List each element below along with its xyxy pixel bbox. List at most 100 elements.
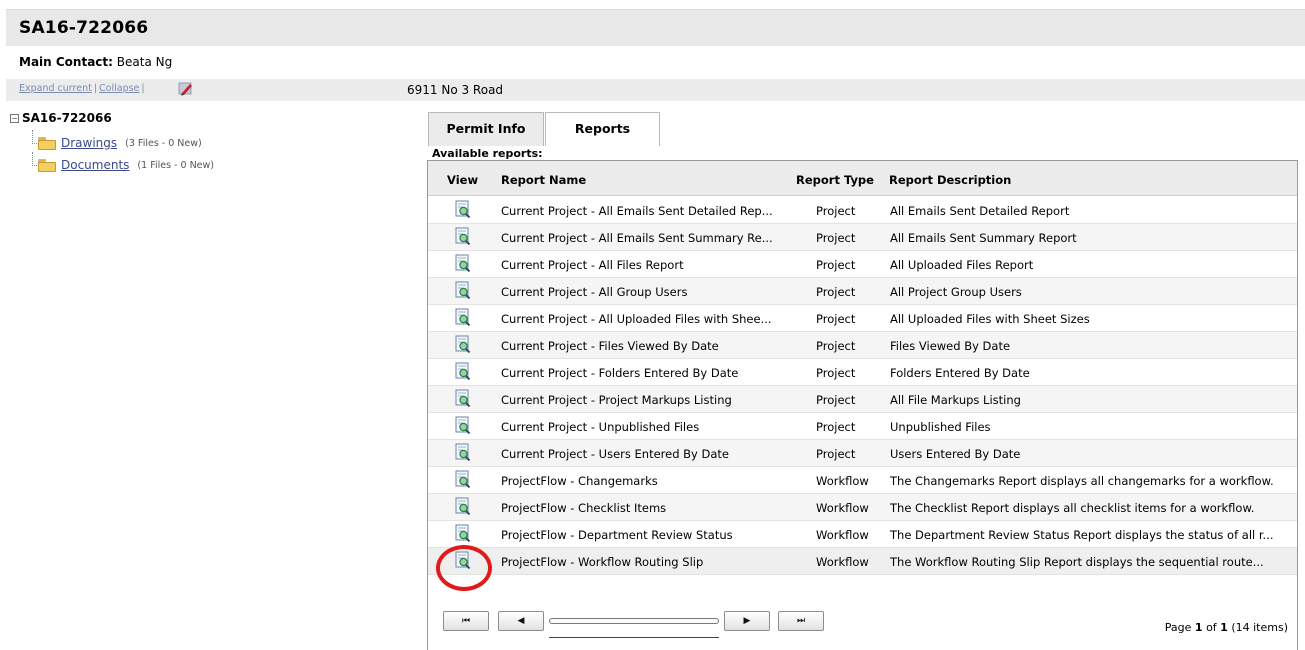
table-row[interactable]: ProjectFlow - Changemarks Workflow The Cha… (428, 467, 1297, 494)
main-contact-label: Main Contact: (19, 55, 113, 69)
page-of: of (1206, 621, 1217, 634)
tree-node-documents[interactable]: Documents (1 Files - 0 New) (32, 152, 214, 172)
grid-header: View Report Name Report Type Report Desc… (428, 161, 1297, 196)
page-prefix: Page (1164, 621, 1192, 634)
report-type-cell: Project (816, 258, 856, 272)
collapse-link[interactable]: Collapse (99, 83, 139, 94)
last-page-button[interactable]: ⏭ (778, 611, 824, 631)
column-header-report-type[interactable]: Report Type (796, 173, 874, 187)
report-description-cell: Unpublished Files (890, 420, 991, 434)
column-header-report-name[interactable]: Report Name (501, 173, 586, 187)
report-name-cell: Current Project - All Files Report (501, 258, 684, 272)
view-report-icon[interactable] (454, 389, 472, 409)
tab-permit-info[interactable]: Permit Info (428, 112, 544, 146)
report-type-cell: Workflow (816, 501, 869, 515)
tree-node-drawings[interactable]: Drawings (3 Files - 0 New) (32, 130, 202, 150)
table-row[interactable]: Current Project - All Group Users Project… (428, 278, 1297, 305)
main-contact: Main Contact: Beata Ng (19, 55, 172, 69)
tree-links: Expand current | Collapse | (19, 83, 145, 94)
table-row[interactable]: Current Project - All Uploaded Files wit… (428, 305, 1297, 332)
report-type-cell: Project (816, 204, 856, 218)
report-description-cell: All Project Group Users (890, 285, 1022, 299)
table-row[interactable]: Current Project - Files Viewed By Date Pr… (428, 332, 1297, 359)
collapse-toggle-icon[interactable]: − (10, 113, 19, 123)
report-description-cell: All Emails Sent Summary Report (890, 231, 1077, 245)
report-type-cell: Project (816, 366, 856, 380)
page-slider[interactable] (549, 615, 719, 641)
view-report-icon[interactable] (454, 254, 472, 274)
reports-grid: View Report Name Report Type Report Desc… (427, 160, 1298, 650)
view-report-icon[interactable] (454, 200, 472, 220)
tree-root-label[interactable]: SA16-722066 (22, 111, 112, 125)
table-row[interactable]: Current Project - Unpublished Files Proje… (428, 413, 1297, 440)
view-report-icon[interactable] (454, 227, 472, 247)
report-type-cell: Project (816, 339, 856, 353)
report-type-cell: Project (816, 393, 856, 407)
report-type-cell: Project (816, 312, 856, 326)
view-report-icon[interactable] (454, 416, 472, 436)
report-type-cell: Workflow (816, 474, 869, 488)
report-type-cell: Project (816, 231, 856, 245)
view-report-icon[interactable] (454, 281, 472, 301)
view-report-icon[interactable] (454, 335, 472, 355)
table-row[interactable]: ProjectFlow - Checklist Items Workflow The… (428, 494, 1297, 521)
expand-current-link[interactable]: Expand current (19, 83, 92, 94)
column-header-report-description[interactable]: Report Description (889, 173, 1011, 187)
report-type-cell: Project (816, 447, 856, 461)
table-row[interactable]: Current Project - All Emails Sent Detail… (428, 197, 1297, 224)
report-name-cell: Current Project - Unpublished Files (501, 420, 700, 434)
toolbar: Expand current | Collapse | 6911 No 3 Road (6, 79, 1305, 101)
report-name-cell: Current Project - All Uploaded Files wit… (501, 312, 772, 326)
first-page-button[interactable]: ⏮ (443, 611, 489, 631)
report-description-cell: The Changemarks Report displays all chan… (890, 474, 1274, 488)
report-name-cell: Current Project - All Emails Sent Detail… (501, 204, 773, 218)
project-tree: − SA16-722066 Drawings (3 Files - 0 New)… (10, 111, 214, 172)
tab-strip: Permit Info Reports (428, 112, 660, 146)
tree-node-meta: (3 Files - 0 New) (125, 137, 202, 149)
table-row[interactable]: Current Project - All Files Report Projec… (428, 251, 1297, 278)
table-row[interactable]: Current Project - Project Markups Listin… (428, 386, 1297, 413)
total-pages: 1 (1220, 621, 1228, 634)
column-header-view[interactable]: View (447, 173, 478, 187)
tree-node-label[interactable]: Documents (61, 158, 129, 172)
table-row[interactable]: ProjectFlow - Department Review Status Wo… (428, 521, 1297, 548)
view-report-icon[interactable] (454, 524, 472, 544)
report-type-cell: Workflow (816, 528, 869, 542)
table-row[interactable]: ProjectFlow - Workflow Routing Slip Workf… (428, 548, 1297, 575)
report-description-cell: Files Viewed By Date (890, 339, 1011, 353)
report-name-cell: Current Project - All Emails Sent Summar… (501, 231, 773, 245)
pencil-icon[interactable] (178, 82, 194, 96)
report-description-cell: All File Markups Listing (890, 393, 1021, 407)
tree-node-meta: (1 Files - 0 New) (137, 159, 214, 171)
item-count: (14 items) (1231, 621, 1288, 634)
report-description-cell: The Checklist Report displays all checkl… (890, 501, 1255, 515)
report-description-cell: All Emails Sent Detailed Report (890, 204, 1070, 218)
page-info: Page 1 of 1 (14 items) (1165, 621, 1288, 634)
project-address: 6911 No 3 Road (407, 83, 504, 97)
report-type-cell: Project (816, 420, 856, 434)
view-report-icon[interactable] (454, 443, 472, 463)
tree-root[interactable]: − SA16-722066 (10, 111, 112, 125)
table-row[interactable]: Current Project - Folders Entered By Dat… (428, 359, 1297, 386)
table-row[interactable]: Current Project - Users Entered By Date P… (428, 440, 1297, 467)
report-type-cell: Workflow (816, 555, 869, 569)
view-report-icon[interactable] (454, 362, 472, 382)
view-report-icon[interactable] (454, 308, 472, 328)
previous-page-button[interactable]: ◀ (498, 611, 544, 631)
report-name-cell: ProjectFlow - Department Review Status (501, 528, 733, 542)
folder-icon (38, 136, 56, 150)
view-report-icon[interactable] (454, 497, 472, 517)
pager: ⏮ ◀ ▶ ⏭ Page 1 of 1 (14 items) (428, 601, 1297, 650)
view-report-icon[interactable] (454, 470, 472, 490)
tree-node-label[interactable]: Drawings (61, 136, 117, 150)
main-contact-name: Beata Ng (116, 55, 173, 69)
report-name-cell: Current Project - Users Entered By Date (501, 447, 729, 461)
next-page-button[interactable]: ▶ (724, 611, 770, 631)
tab-reports[interactable]: Reports (545, 112, 660, 146)
folder-icon (38, 158, 56, 172)
table-row[interactable]: Current Project - All Emails Sent Summar… (428, 224, 1297, 251)
report-description-cell: Users Entered By Date (890, 447, 1021, 461)
page-title: SA16-722066 (19, 18, 149, 38)
report-name-cell: ProjectFlow - Changemarks (501, 474, 658, 488)
report-description-cell: All Uploaded Files with Sheet Sizes (890, 312, 1090, 326)
